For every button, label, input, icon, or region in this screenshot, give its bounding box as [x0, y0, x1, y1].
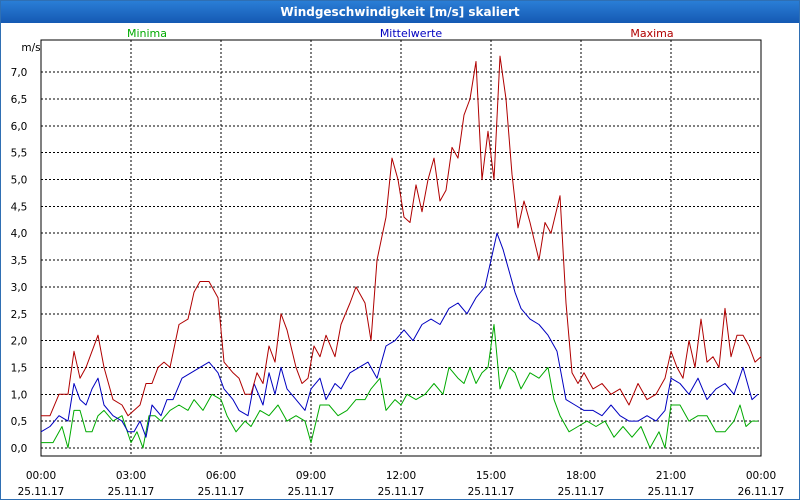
- x-tick-date: 25.11.17: [198, 486, 245, 498]
- wind-speed-chart: 0,0 0,5 1,0 1,5 2,0 2,5 3,0 3,5 4,0 4,5 5,0 5,5 6,0 6…: [11, 27, 785, 498]
- x-tick-time: 00:00: [26, 470, 56, 482]
- series-line-minima: [41, 324, 758, 449]
- y-tick-label: 1,0: [11, 389, 28, 401]
- x-tick-time: 09:00: [296, 470, 326, 482]
- y-tick-label: 7,0: [11, 67, 28, 79]
- x-tick-date: 25.11.17: [378, 486, 425, 498]
- x-tick-time: 03:00: [116, 470, 146, 482]
- x-tick-date: 25.11.17: [648, 486, 695, 498]
- x-tick-time: 12:00: [386, 470, 416, 482]
- x-tick-time: 06:00: [206, 470, 236, 482]
- y-tick-label: 0,5: [11, 416, 28, 428]
- y-tick-label: 2,5: [11, 309, 28, 321]
- x-tick-time: 15:00: [476, 470, 506, 482]
- y-tick-label: 3,5: [11, 255, 28, 267]
- y-axis-label: m/s: [21, 42, 40, 54]
- x-tick-date: 26.11.17: [738, 486, 785, 498]
- y-tick-label: 3,0: [11, 282, 28, 294]
- chart-window: Windgeschwindigkeit [m/s] skaliert 0,0 0,…: [0, 0, 800, 500]
- x-tick-date: 25.11.17: [288, 486, 335, 498]
- legend-item-mittelwerte: Mittelwerte: [380, 27, 443, 40]
- legend: Minima Mittelwerte Maxima: [127, 27, 674, 40]
- x-tick-date: 25.11.17: [108, 486, 155, 498]
- x-tick-date: 25.11.17: [468, 486, 515, 498]
- y-tick-label: 1,5: [11, 362, 28, 374]
- x-tick-time: 00:00: [746, 470, 776, 482]
- grid: [41, 40, 761, 456]
- series-line-mittelwerte: [40, 232, 759, 438]
- y-tick-label: 6,5: [11, 94, 28, 106]
- legend-item-minima: Minima: [127, 27, 167, 40]
- x-tick-time: 18:00: [566, 470, 596, 482]
- legend-item-maxima: Maxima: [630, 27, 673, 40]
- x-tick-time: 21:00: [656, 470, 686, 482]
- y-tick-label: 4,5: [11, 201, 28, 213]
- x-tick-date: 25.11.17: [558, 486, 605, 498]
- x-tick-date: 25.11.17: [18, 486, 65, 498]
- y-tick-label: 5,5: [11, 148, 28, 160]
- y-tick-label: 6,0: [11, 121, 28, 133]
- y-tick-label: 5,0: [11, 175, 28, 187]
- y-tick-label: 2,0: [11, 336, 28, 348]
- y-tick-label: 4,0: [11, 228, 28, 240]
- y-tick-label: 0,0: [11, 443, 28, 455]
